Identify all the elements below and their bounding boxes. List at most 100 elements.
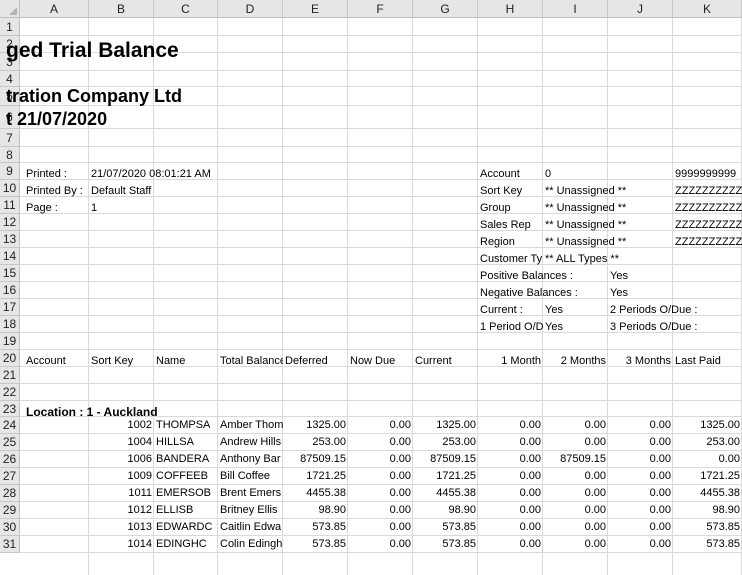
cell-now-due: 1325.00	[436, 419, 476, 431]
cell-3-months: 573.85	[706, 538, 740, 550]
cell-2-months: 0.00	[649, 470, 671, 482]
cell-3-months: 1325.00	[700, 419, 740, 431]
cell-total-balance: 573.85	[312, 521, 346, 533]
row-header-25[interactable]: 25	[0, 434, 20, 451]
cell-current: 0.00	[519, 538, 541, 550]
cell-name: Andrew Hills	[220, 436, 282, 448]
row-header-26[interactable]: 26	[0, 451, 20, 468]
row-header-18[interactable]: 18	[0, 316, 20, 333]
gridline-horizontal	[20, 128, 742, 129]
column-header-g[interactable]: G	[413, 0, 478, 18]
filter-region-to: ZZZZZZZZZZ	[675, 236, 742, 248]
cell-1-month: 87509.15	[560, 453, 606, 465]
cell-1-month: 0.00	[584, 419, 606, 431]
cell-name: Caitlin Edwa	[220, 521, 282, 533]
row-header-16[interactable]: 16	[0, 282, 20, 299]
column-header-c[interactable]: C	[154, 0, 218, 18]
cell-account: 1004	[127, 436, 152, 448]
filter-group-value: ** Unassigned **	[545, 202, 627, 214]
row-header-10[interactable]: 10	[0, 180, 20, 197]
cell-account: 1006	[127, 453, 152, 465]
spreadsheet-grid[interactable]: ABCDEFGHIJK 1 2 3 4 5 6 7 8 9 10 11 12 13 14 15 16 17 18 1…	[0, 0, 742, 575]
cell-deferred: 0.00	[389, 504, 411, 516]
row-header-11[interactable]: 11	[0, 197, 20, 214]
header-now-due: Now Due	[350, 355, 396, 367]
gridline-horizontal	[20, 70, 742, 71]
row-header-23[interactable]: 23	[0, 401, 20, 417]
as-at-date: t 21/07/2020	[6, 109, 108, 129]
cell-deferred: 0.00	[389, 436, 411, 448]
header-2-months: 2 Months	[560, 355, 606, 367]
cell-2-months: 0.00	[649, 504, 671, 516]
column-header-k[interactable]: K	[673, 0, 742, 18]
row-header-30[interactable]: 30	[0, 519, 20, 536]
row-header-29[interactable]: 29	[0, 502, 20, 519]
cell-deferred: 0.00	[389, 419, 411, 431]
cell-now-due: 87509.15	[430, 453, 476, 465]
row-header-28[interactable]: 28	[0, 485, 20, 502]
row-header-27[interactable]: 27	[0, 468, 20, 485]
column-header-i[interactable]: I	[543, 0, 608, 18]
header-sort-key: Sort Key	[91, 355, 134, 367]
column-header-d[interactable]: D	[218, 0, 283, 18]
cell-2-months: 0.00	[649, 487, 671, 499]
cell-name: Brent Emers	[220, 487, 282, 499]
row-header-13[interactable]: 13	[0, 231, 20, 248]
row-header-1[interactable]: 1	[0, 18, 20, 36]
column-header-f[interactable]: F	[348, 0, 413, 18]
printed-label: Printed :	[26, 168, 67, 180]
cell-sort-key: HILLSA	[156, 436, 194, 448]
row-header-31[interactable]: 31	[0, 536, 20, 553]
page-value: 1	[91, 202, 98, 214]
cell-name: Amber Thom	[220, 419, 283, 431]
filter-2-periods-label: 2 Periods O/Due :	[610, 304, 698, 316]
row-header-19[interactable]: 19	[0, 333, 20, 350]
select-all-corner[interactable]	[0, 0, 20, 18]
column-header-h[interactable]: H	[478, 0, 543, 18]
row-header-17[interactable]: 17	[0, 299, 20, 316]
cell-current: 0.00	[519, 453, 541, 465]
row-header-12[interactable]: 12	[0, 214, 20, 231]
gridline-horizontal	[20, 230, 742, 231]
column-header-a[interactable]: A	[20, 0, 89, 18]
filter-1-period-value: Yes	[545, 321, 563, 333]
cell-account: 1014	[127, 538, 152, 550]
row-header-15[interactable]: 15	[0, 265, 20, 282]
cell-now-due: 573.85	[442, 538, 476, 550]
cell-account: 1009	[127, 470, 152, 482]
column-header-b[interactable]: B	[89, 0, 154, 18]
filter-3-periods-label: 3 Periods O/Due :	[610, 321, 698, 333]
cell-deferred: 0.00	[389, 470, 411, 482]
row-header-21[interactable]: 21	[0, 367, 20, 384]
row-header-9[interactable]: 9	[0, 163, 20, 180]
cell-now-due: 4455.38	[436, 487, 476, 499]
header-1-month: 1 Month	[501, 355, 541, 367]
row-header-14[interactable]: 14	[0, 248, 20, 265]
printed-by-value: Default Staff	[91, 185, 152, 197]
column-header-e[interactable]: E	[283, 0, 348, 18]
cell-3-months: 573.85	[706, 521, 740, 533]
filter-positive-balances-label: Positive Balances :	[480, 270, 573, 282]
column-header-j[interactable]: J	[608, 0, 673, 18]
page-label: Page :	[26, 202, 58, 214]
cell-total-balance: 98.90	[318, 504, 346, 516]
company-name: tration Company Ltd	[6, 86, 182, 106]
row-header-8[interactable]: 8	[0, 147, 20, 163]
gridline-horizontal	[20, 400, 742, 401]
row-header-20[interactable]: 20	[0, 350, 20, 367]
row-header-24[interactable]: 24	[0, 417, 20, 434]
cell-2-months: 0.00	[649, 419, 671, 431]
cell-now-due: 573.85	[442, 521, 476, 533]
cell-current: 0.00	[519, 521, 541, 533]
cell-2-months: 0.00	[649, 521, 671, 533]
cell-sort-key: EDWARDC	[156, 521, 213, 533]
row-header-22[interactable]: 22	[0, 384, 20, 401]
row-header-7[interactable]: 7	[0, 129, 20, 147]
header-account: Account	[26, 355, 66, 367]
gridline-horizontal	[20, 383, 742, 384]
cell-sort-key: THOMPSA	[156, 419, 211, 431]
cell-account: 1011	[128, 487, 152, 499]
cell-2-months: 0.00	[649, 453, 671, 465]
row-header-4[interactable]: 4	[0, 71, 20, 87]
cell-total-balance: 1721.25	[306, 470, 346, 482]
